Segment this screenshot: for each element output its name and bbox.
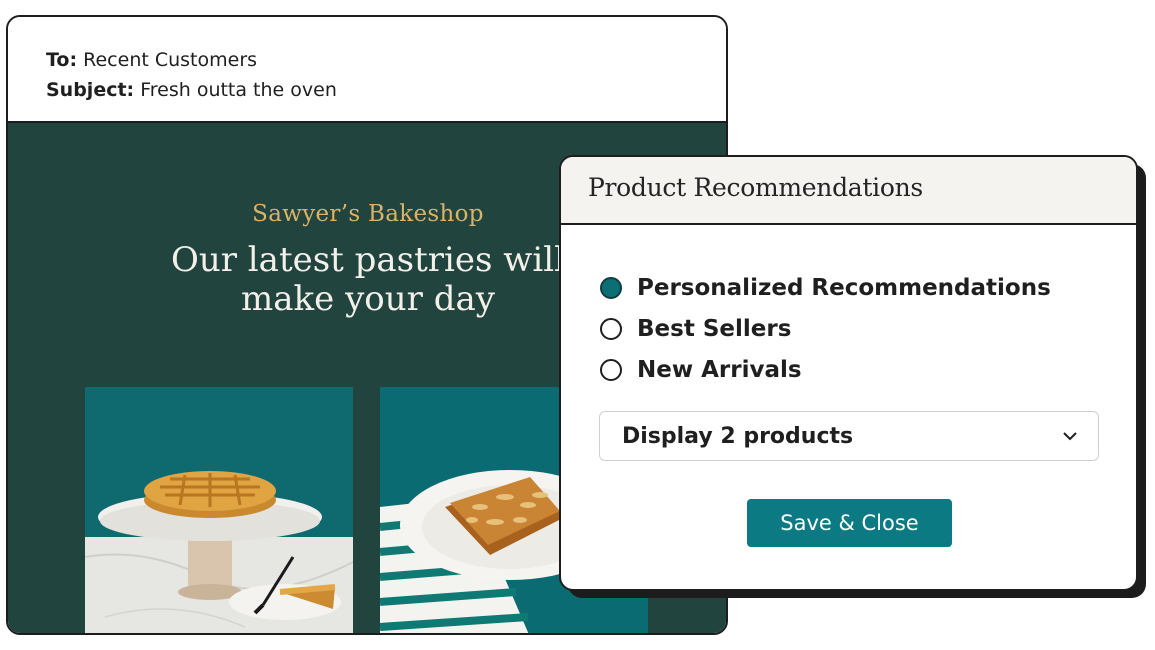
radio-selected-icon[interactable] — [600, 276, 622, 299]
option-label: Best Sellers — [637, 315, 792, 342]
option-label: New Arrivals — [637, 356, 802, 383]
option-best-sellers[interactable]: Best Sellers — [600, 308, 1051, 349]
to-value: Recent Customers — [83, 49, 258, 71]
dialog-title: Product Recommendations — [588, 173, 923, 202]
save-and-close-button[interactable]: Save & Close — [747, 499, 952, 547]
recommendation-type-group: Personalized Recommendations Best Seller… — [600, 267, 1051, 390]
to-label: To: — [46, 49, 78, 71]
to-row: To: Recent Customers — [46, 45, 726, 75]
option-personalized-recommendations[interactable]: Personalized Recommendations — [600, 267, 1051, 308]
subject-row: Subject: Fresh outta the oven — [46, 75, 726, 105]
select-value: Display 2 products — [622, 423, 854, 449]
chevron-down-icon — [1062, 428, 1078, 444]
product-recommendations-dialog: Product Recommendations Personalized Rec… — [559, 155, 1138, 591]
subject-label: Subject: — [46, 79, 135, 101]
pie-photo — [85, 387, 353, 633]
radio-unselected-icon[interactable] — [600, 317, 622, 340]
subject-value: Fresh outta the oven — [140, 79, 337, 101]
option-new-arrivals[interactable]: New Arrivals — [600, 349, 1051, 390]
pie-on-cake-stand-icon — [85, 387, 353, 633]
radio-unselected-icon[interactable] — [600, 358, 622, 381]
product-count-select[interactable]: Display 2 products — [599, 411, 1099, 461]
option-label: Personalized Recommendations — [637, 274, 1051, 301]
email-header: To: Recent Customers Subject: Fresh outt… — [8, 17, 726, 123]
dialog-title-bar: Product Recommendations — [561, 157, 1136, 225]
